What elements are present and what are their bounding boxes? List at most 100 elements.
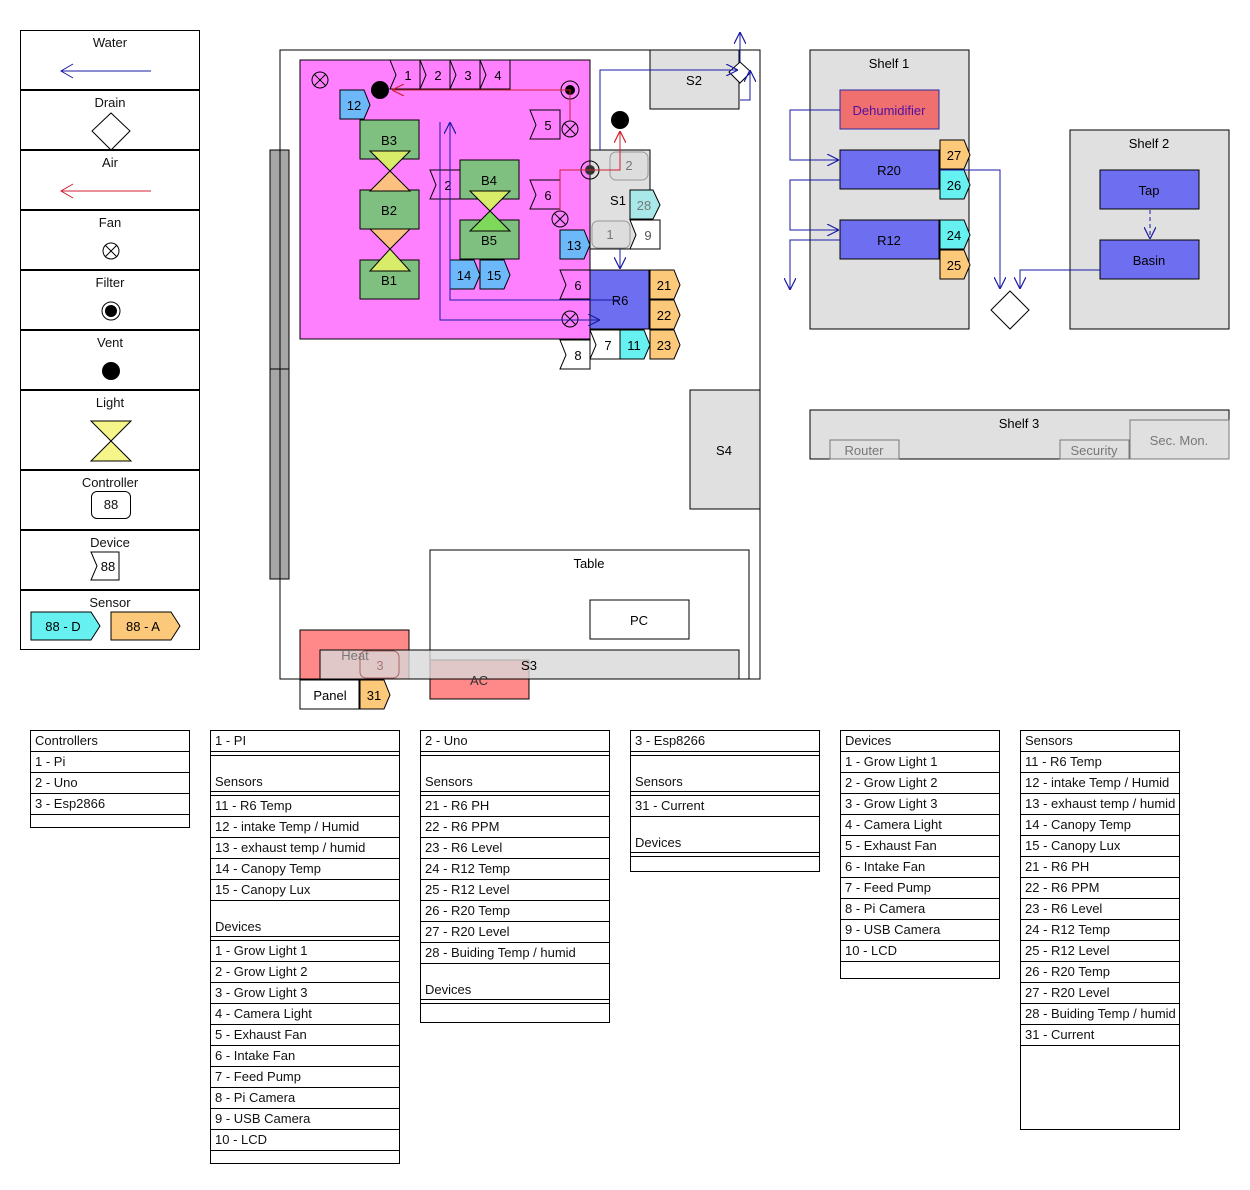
table-row: 22 - R6 PPM: [421, 817, 609, 838]
section-label: Sensors: [211, 756, 399, 792]
floorplan: S1 2 1 9 28 S2 S4 Table PC Heat AC S3 3 …: [269, 32, 1230, 710]
table-row-empty: [421, 1004, 609, 1022]
sensor-13-label: 13: [567, 238, 581, 253]
table-row: 5 - Exhaust Fan: [211, 1025, 399, 1046]
sensor-24-label: 24: [947, 228, 961, 243]
controller-1-label: 1: [606, 227, 613, 242]
table-row: 9 - USB Camera: [841, 920, 999, 941]
table-label: Table: [573, 556, 604, 571]
table-row: 8 - Pi Camera: [211, 1088, 399, 1109]
table-row: 13 - exhaust temp / humid: [1021, 794, 1179, 815]
table-row: 2 - Grow Light 2: [211, 962, 399, 983]
pi-table: 1 - PI Sensors 11 - R6 Temp 12 - intake …: [210, 730, 400, 1164]
table-row: 12 - intake Temp / Humid: [211, 817, 399, 838]
table-row: 10 - LCD: [211, 1130, 399, 1151]
shelf-2: [1069, 129, 1230, 330]
table-row: 6 - Intake Fan: [841, 857, 999, 878]
table-row: 1 - Pi: [31, 752, 189, 773]
dehumidifier-label: Dehumidifier: [853, 103, 927, 118]
sensor-11-label: 11: [627, 338, 641, 353]
b3-label: B3: [381, 133, 397, 148]
section-label: Devices: [631, 817, 819, 853]
table-row: 31 - Current: [1021, 1025, 1179, 1046]
vent-icon: [371, 81, 389, 99]
panel-label: Panel: [313, 688, 346, 703]
table-header: Controllers: [31, 731, 189, 752]
table-row: 3 - Grow Light 3: [211, 983, 399, 1004]
table-row: 1 - Grow Light 1: [211, 941, 399, 962]
table-row: 26 - R20 Temp: [421, 901, 609, 922]
vent-icon: [611, 111, 629, 129]
r20-label: R20: [877, 163, 901, 178]
sensor-26-label: 26: [947, 178, 961, 193]
table-header: Sensors: [1021, 731, 1179, 752]
table-row-empty: [31, 815, 189, 827]
s2-label: S2: [686, 73, 702, 88]
sensor-31-label: 31: [367, 688, 381, 703]
sensor-23-label: 23: [657, 338, 671, 353]
table-row: 2 - Uno: [31, 773, 189, 794]
sensor-21-label: 21: [657, 278, 671, 293]
sensor-25-label: 25: [947, 258, 961, 273]
s1-label: S1: [610, 193, 626, 208]
esp-table: 3 - Esp8266 Sensors 31 - Current Devices: [630, 730, 820, 872]
devices-table: Devices 1 - Grow Light 1 2 - Grow Light …: [840, 730, 1000, 979]
table-row: 23 - R6 Level: [1021, 899, 1179, 920]
table-row: 21 - R6 PH: [1021, 857, 1179, 878]
table-row: 5 - Exhaust Fan: [841, 836, 999, 857]
device-8-label: 8: [574, 348, 581, 363]
table-row: 31 - Current: [631, 796, 819, 817]
b1-label: B1: [381, 273, 397, 288]
device-4-label: 4: [494, 68, 501, 83]
pc-label: PC: [630, 613, 648, 628]
ac-label: AC: [470, 673, 488, 688]
table-row: 11 - R6 Temp: [211, 796, 399, 817]
table-row: 3 - Grow Light 3: [841, 794, 999, 815]
table-row: 9 - USB Camera: [211, 1109, 399, 1130]
table-row: 25 - R12 Level: [421, 880, 609, 901]
table-row: 7 - Feed Pump: [841, 878, 999, 899]
sensor-14-label: 14: [457, 268, 471, 283]
table-header: 3 - Esp8266: [631, 731, 819, 752]
device-1-label: 1: [404, 68, 411, 83]
section-label: Devices: [211, 901, 399, 937]
tap-label: Tap: [1139, 183, 1160, 198]
r12-label: R12: [877, 233, 901, 248]
basin-label: Basin: [1133, 253, 1166, 268]
table-header: 1 - PI: [211, 731, 399, 752]
table-row: 4 - Camera Light: [841, 815, 999, 836]
sensor-22-label: 22: [657, 308, 671, 323]
table-header: Devices: [841, 731, 999, 752]
device-3-label: 3: [464, 68, 471, 83]
section-label: Sensors: [631, 756, 819, 792]
table-row: 13 - exhaust temp / humid: [211, 838, 399, 859]
table-row: 24 - R12 Temp: [1021, 920, 1179, 941]
table-header: 2 - Uno: [421, 731, 609, 752]
table-row: 14 - Canopy Temp: [1021, 815, 1179, 836]
s4-label: S4: [716, 443, 732, 458]
table-row: 26 - R20 Temp: [1021, 962, 1179, 983]
section-label: Devices: [421, 964, 609, 1000]
device-9-label: 9: [644, 228, 651, 243]
table-row: 21 - R6 PH: [421, 796, 609, 817]
s3-label: S3: [521, 658, 537, 673]
table-row: 7 - Feed Pump: [211, 1067, 399, 1088]
router-label: Router: [844, 443, 884, 458]
table-row: 14 - Canopy Temp: [211, 859, 399, 880]
controller-2-label: 2: [625, 158, 632, 173]
device-5-label: 5: [544, 118, 551, 133]
heat-label: Heat: [341, 648, 369, 663]
table-row: 10 - LCD: [841, 941, 999, 962]
b4-label: B4: [481, 173, 497, 188]
table-row: 4 - Camera Light: [211, 1004, 399, 1025]
b2-label: B2: [381, 203, 397, 218]
device-2-label: 2: [434, 68, 441, 83]
controller-3-label: 3: [376, 658, 383, 673]
sensor-28-label: 28: [637, 198, 651, 213]
table-row: 6 - Intake Fan: [211, 1046, 399, 1067]
sec-mon-label: Sec. Mon.: [1150, 433, 1209, 448]
table-row-empty: [211, 1151, 399, 1163]
table-row: 15 - Canopy Lux: [1021, 836, 1179, 857]
table-row: 23 - R6 Level: [421, 838, 609, 859]
table-row: 1 - Grow Light 1: [841, 752, 999, 773]
